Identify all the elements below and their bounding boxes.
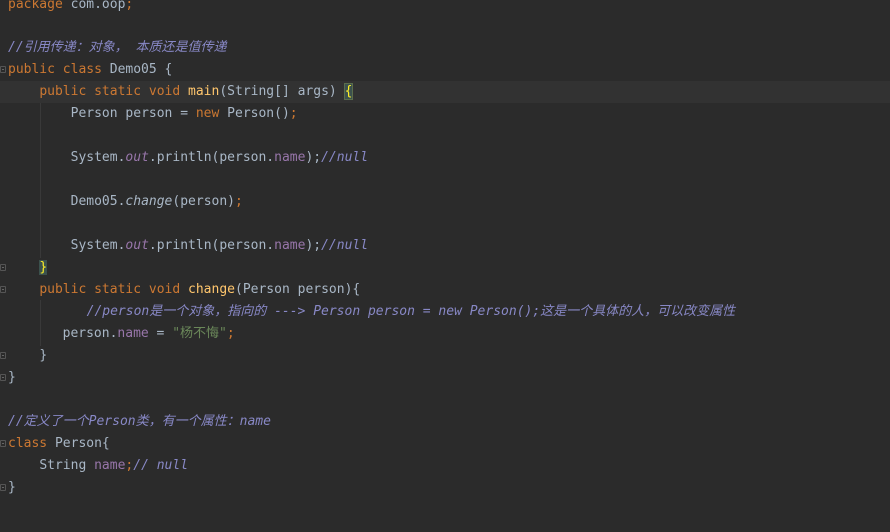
code-line-change-call[interactable]: Demo05.change(person); xyxy=(8,191,243,213)
keyword: public static void xyxy=(39,282,181,297)
field-ref: name xyxy=(274,150,306,165)
matched-brace: } xyxy=(39,260,48,275)
brace: } xyxy=(8,370,16,385)
code-editor[interactable]: package com.oop; //引用传递：对象， 本质还是值传递 publ… xyxy=(0,0,890,532)
code-line-comment[interactable]: //person是一个对象，指向的 ---> Person person = n… xyxy=(24,301,736,323)
method-signature: (String[] args) xyxy=(219,84,345,99)
comment-text: // null xyxy=(133,458,189,473)
comment-text: //定义了一个Person类，有一个属性：name xyxy=(8,414,271,429)
object-ref: person. xyxy=(62,326,118,341)
brace: } xyxy=(8,480,16,495)
code-line-new-person[interactable]: Person person = new Person(); xyxy=(8,103,298,125)
fold-marker-icon[interactable] xyxy=(0,484,6,491)
fold-marker-icon[interactable] xyxy=(0,66,6,73)
method-name: change xyxy=(188,282,235,297)
string-literal: "杨不悔" xyxy=(172,326,227,341)
fold-marker-icon[interactable] xyxy=(0,286,6,293)
code-line-class-close[interactable]: } xyxy=(8,367,16,389)
package-name: com.oop xyxy=(62,0,126,12)
close-paren: ); xyxy=(305,150,322,165)
fold-marker-icon[interactable] xyxy=(0,440,6,447)
code-line-change-close[interactable]: } xyxy=(8,345,47,367)
field-ref: name xyxy=(117,326,149,341)
keyword: new xyxy=(195,106,220,121)
code-line-println[interactable]: System.out.println(person.name);//null xyxy=(8,235,368,257)
class-ref: System. xyxy=(70,238,126,253)
code-line-class-decl[interactable]: public class Demo05 { xyxy=(8,59,172,81)
class-ref: Demo05. xyxy=(70,194,126,209)
keyword: public class xyxy=(8,62,102,77)
semicolon: ; xyxy=(289,106,298,121)
static-field: out xyxy=(125,150,149,165)
constructor-call: Person() xyxy=(219,106,290,121)
keyword: class xyxy=(8,436,48,451)
code-line-field[interactable]: String name;// null xyxy=(8,455,188,477)
semicolon: ; xyxy=(125,0,134,12)
field-ref: name xyxy=(274,238,306,253)
fold-marker-icon[interactable] xyxy=(0,352,6,359)
code-line-comment[interactable]: //定义了一个Person类，有一个属性：name xyxy=(8,411,271,433)
semicolon: ; xyxy=(226,326,235,341)
call-args: (person) xyxy=(172,194,236,209)
code-line-package[interactable]: package com.oop; xyxy=(8,0,133,16)
static-field: out xyxy=(125,238,149,253)
code-line-main-close[interactable]: } xyxy=(8,257,48,279)
field-name: name xyxy=(94,458,126,473)
code-line-change-decl[interactable]: public static void change(Person person)… xyxy=(8,279,360,301)
fold-marker-icon[interactable] xyxy=(0,374,6,381)
code-line-comment[interactable]: //引用传递：对象， 本质还是值传递 xyxy=(8,37,226,59)
comment-text: //null xyxy=(321,238,369,253)
code-line-println[interactable]: System.out.println(person.name);//null xyxy=(8,147,368,169)
method-call: .println(person. xyxy=(148,150,275,165)
close-paren: ); xyxy=(305,238,322,253)
brace: } xyxy=(39,348,48,363)
operator: = xyxy=(148,326,173,341)
code-line-person-close[interactable]: } xyxy=(8,477,16,499)
comment-text: //null xyxy=(321,150,369,165)
class-ref: System. xyxy=(70,150,126,165)
comment-text: //引用传递：对象， 本质还是值传递 xyxy=(8,40,227,55)
keyword: package xyxy=(8,0,63,12)
matched-brace: { xyxy=(343,83,354,100)
semicolon: ; xyxy=(235,194,243,209)
method-signature: (Person person){ xyxy=(235,282,361,297)
keyword: public static void xyxy=(39,84,181,99)
code-line-main-current[interactable]: public static void main(String[] args) { xyxy=(0,81,890,103)
declaration: Person person = xyxy=(70,106,196,121)
code-line-class-person[interactable]: class Person{ xyxy=(8,433,110,455)
method-call: .println(person. xyxy=(148,238,275,253)
fold-marker-icon[interactable] xyxy=(0,264,6,271)
code-line-assign[interactable]: person.name = "杨不悔"; xyxy=(0,323,235,345)
static-method-call: change xyxy=(125,194,173,209)
class-name: Person{ xyxy=(47,436,110,451)
comment-text: //person是一个对象，指向的 ---> Person person = n… xyxy=(86,304,736,319)
brace: { xyxy=(164,62,173,77)
method-name: main xyxy=(188,84,220,99)
class-name: Demo05 xyxy=(101,62,165,77)
type-name: String xyxy=(39,458,95,473)
